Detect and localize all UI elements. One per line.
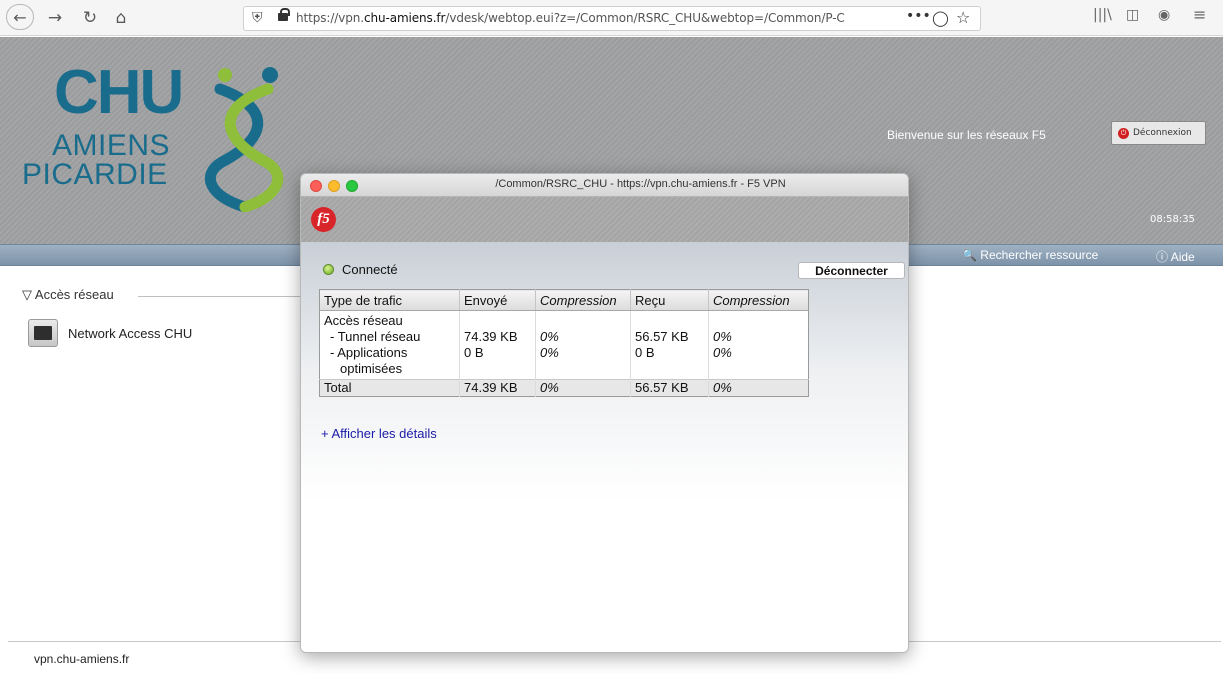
sent-compression: 0% bbox=[535, 329, 631, 345]
help-icon: ⓘ bbox=[1156, 250, 1169, 264]
back-arrow-icon[interactable]: ← bbox=[6, 4, 34, 30]
connection-status-text: Connecté bbox=[342, 262, 398, 277]
table-row-group: Accès réseau bbox=[319, 310, 809, 330]
lock-icon[interactable] bbox=[278, 8, 290, 21]
empty-cell bbox=[459, 310, 536, 329]
column-header: Compression bbox=[535, 289, 631, 311]
table-row-total: Total 74.39 KB 0% 56.57 KB 0% bbox=[319, 379, 809, 397]
hamburger-menu-icon[interactable]: ≡ bbox=[1193, 5, 1206, 24]
disconnect-button[interactable]: Déconnecter bbox=[798, 262, 905, 279]
address-bar[interactable]: ⛨ https://vpn.chu-amiens.fr/vdesk/webtop… bbox=[243, 6, 981, 31]
help-link[interactable]: ⓘ Aide bbox=[1156, 248, 1195, 265]
session-clock: 08:58:35 bbox=[1150, 214, 1195, 225]
reload-icon[interactable]: ↻ bbox=[79, 6, 101, 30]
chu-logo: CHU AMIENS PICARDIE bbox=[22, 57, 302, 227]
column-header: Reçu bbox=[630, 289, 709, 311]
total-label: Total bbox=[319, 379, 460, 397]
power-icon: ⏻ bbox=[1118, 127, 1129, 139]
logout-label: Déconnexion bbox=[1133, 128, 1192, 138]
collapse-chevron-icon[interactable]: ▽ bbox=[22, 287, 32, 302]
sent-compression: 0% bbox=[535, 345, 631, 380]
traffic-type: - Applications optimisées bbox=[319, 345, 460, 380]
group-label: Accès réseau bbox=[319, 310, 460, 329]
resource-label: Network Access CHU bbox=[68, 325, 193, 341]
show-details-link[interactable]: + Afficher les détails bbox=[321, 426, 437, 441]
empty-cell bbox=[535, 310, 631, 329]
vpn-titlebar[interactable]: /Common/RSRC_CHU - https://vpn.chu-amien… bbox=[301, 174, 908, 197]
received-compression: 0% bbox=[713, 345, 732, 360]
dna-helix-icon bbox=[205, 67, 284, 212]
bookmark-star-icon[interactable]: ☆ bbox=[956, 8, 970, 27]
f5-logo-icon: f5 bbox=[311, 207, 336, 232]
logo-text-picardie: PICARDIE bbox=[22, 158, 168, 191]
traffic-type: - Tunnel réseau bbox=[319, 329, 460, 345]
resource-network-access-chu[interactable]: Network Access CHU bbox=[28, 319, 192, 347]
library-icon[interactable]: |||\ bbox=[1093, 7, 1112, 23]
vpn-banner: f5 bbox=[301, 197, 908, 242]
logout-button[interactable]: ⏻ Déconnexion bbox=[1111, 121, 1206, 145]
total-sent-compression: 0% bbox=[535, 379, 631, 397]
table-row: - Tunnel réseau 74.39 KB 0% 56.57 KB 0% bbox=[319, 329, 809, 345]
received-value: 0 B bbox=[630, 345, 709, 380]
url-text[interactable]: https://vpn.chu-amiens.fr/vdesk/webtop.e… bbox=[296, 11, 891, 25]
connection-status: Connecté bbox=[323, 262, 398, 277]
vpn-body: Connecté Déconnecter Type de trafic Envo… bbox=[301, 242, 908, 652]
vpn-window: /Common/RSRC_CHU - https://vpn.chu-amien… bbox=[300, 173, 909, 653]
section-divider bbox=[138, 296, 303, 297]
table-header-row: Type de trafic Envoyé Compression Reçu C… bbox=[319, 289, 809, 311]
total-received: 56.57 KB bbox=[630, 379, 709, 397]
page-actions-menu-icon[interactable]: ••• bbox=[906, 8, 931, 24]
received-value: 56.57 KB bbox=[630, 329, 709, 345]
column-header: Compression bbox=[708, 289, 809, 311]
logo-text-chu: CHU bbox=[54, 58, 184, 127]
sidebar-icon[interactable]: ◫ bbox=[1126, 7, 1139, 23]
empty-cell bbox=[630, 310, 709, 329]
sent-value: 0 B bbox=[459, 345, 536, 380]
traffic-table: Type de trafic Envoyé Compression Reçu C… bbox=[319, 289, 809, 397]
section-network-access[interactable]: ▽ Accès réseau bbox=[22, 287, 114, 303]
status-bar-text: vpn.chu-amiens.fr bbox=[34, 652, 130, 666]
connected-indicator-icon bbox=[323, 264, 334, 275]
received-compression: 0% bbox=[713, 329, 732, 344]
pocket-icon[interactable]: ◯ bbox=[932, 9, 949, 27]
home-icon[interactable]: ⌂ bbox=[110, 6, 132, 30]
total-received-compression: 0% bbox=[708, 379, 809, 397]
empty-cell bbox=[709, 311, 809, 330]
browser-toolbar: ← → ↻ ⌂ ⛨ https://vpn.chu-amiens.fr/vdes… bbox=[0, 0, 1223, 36]
network-port-icon bbox=[28, 319, 58, 347]
search-icon: 🔍 bbox=[962, 248, 977, 262]
sent-value: 74.39 KB bbox=[459, 329, 536, 345]
tracking-shield-icon[interactable]: ⛨ bbox=[252, 10, 263, 26]
vpn-window-title: /Common/RSRC_CHU - https://vpn.chu-amien… bbox=[495, 178, 786, 190]
column-header: Type de trafic bbox=[319, 289, 460, 311]
search-resource-link[interactable]: 🔍 Rechercher ressource bbox=[962, 248, 1098, 262]
column-header: Envoyé bbox=[459, 289, 536, 311]
forward-arrow-icon[interactable]: → bbox=[44, 6, 66, 30]
table-row: - Applications optimisées 0 B 0% 0 B 0% bbox=[319, 345, 809, 380]
welcome-text: Bienvenue sur les réseaux F5 bbox=[887, 128, 1046, 142]
account-icon[interactable]: ◉ bbox=[1158, 7, 1170, 23]
total-sent: 74.39 KB bbox=[459, 379, 536, 397]
